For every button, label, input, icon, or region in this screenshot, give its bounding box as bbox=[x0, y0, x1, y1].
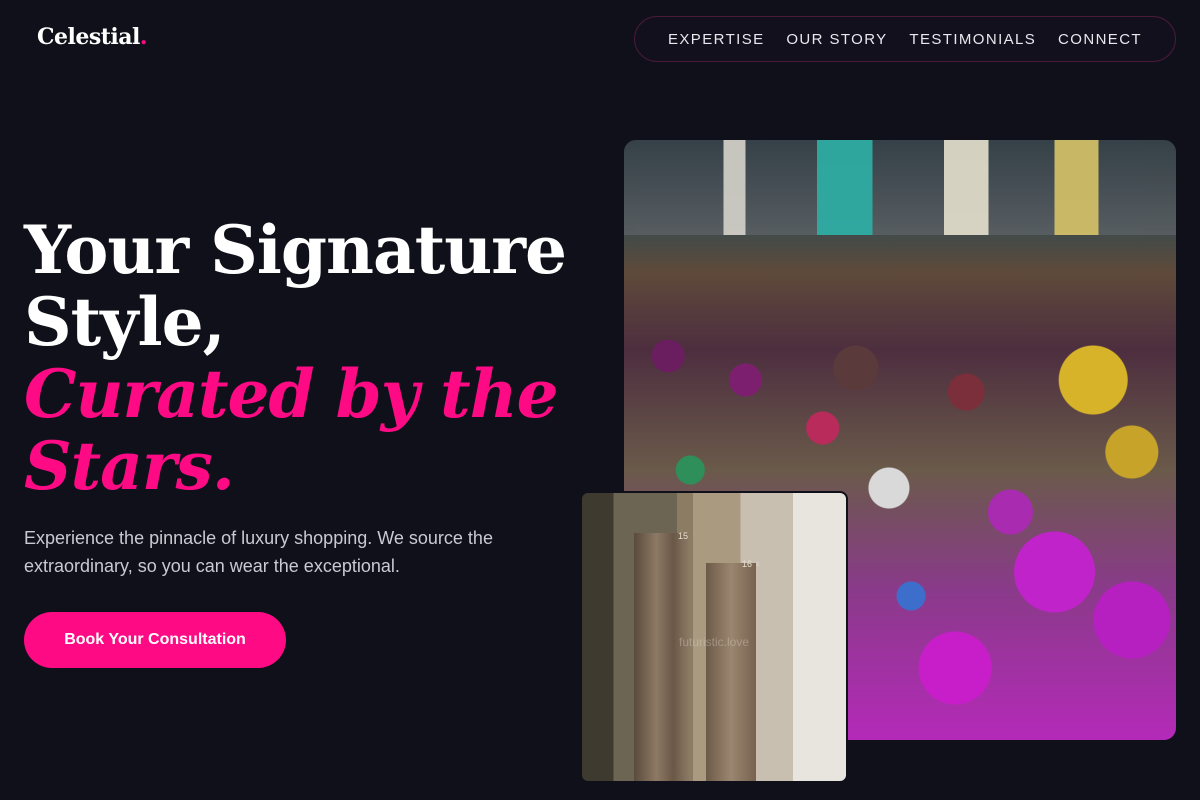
book-consultation-button[interactable]: Book Your Consultation bbox=[24, 612, 286, 668]
candy-shelf bbox=[624, 140, 1176, 235]
headline-line-4: Stars. bbox=[24, 427, 235, 505]
booth-number-16: 16 ♀ bbox=[742, 559, 762, 569]
main-nav: EXPERTISE OUR STORY TESTIMONIALS CONNECT bbox=[634, 16, 1176, 62]
nav-item-testimonials[interactable]: TESTIMONIALS bbox=[909, 31, 1036, 48]
logo-dot: . bbox=[139, 24, 148, 50]
fitting-room-image: 15 16 ♀ futuristic.love bbox=[580, 491, 848, 783]
nav-item-expertise[interactable]: EXPERTISE bbox=[668, 31, 765, 48]
nav-item-connect[interactable]: CONNECT bbox=[1058, 31, 1142, 48]
watermark-text: futuristic.love bbox=[678, 635, 750, 649]
headline-line-2: Style, bbox=[24, 283, 226, 361]
hero-headline: Your Signature Style, Curated by the Sta… bbox=[24, 214, 584, 502]
headline-line-3: Curated by the bbox=[24, 355, 559, 433]
headline-line-1: Your Signature bbox=[24, 211, 567, 289]
curtain-right bbox=[706, 563, 756, 781]
nav-item-our-story[interactable]: OUR STORY bbox=[786, 31, 887, 48]
page: Celestial. EXPERTISE OUR STORY TESTIMONI… bbox=[0, 0, 1200, 800]
logo[interactable]: Celestial. bbox=[37, 24, 148, 50]
curtain-left bbox=[634, 533, 690, 781]
logo-text: Celestial bbox=[37, 24, 140, 50]
hero-subtext: Experience the pinnacle of luxury shoppi… bbox=[24, 528, 493, 576]
booth-number-15: 15 bbox=[678, 531, 689, 541]
